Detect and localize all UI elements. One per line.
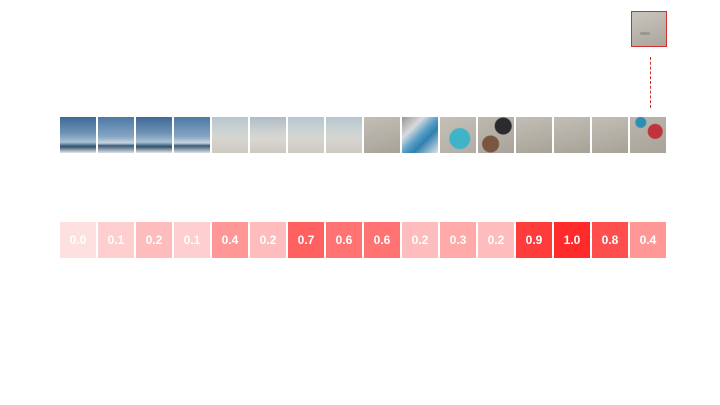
frame-thumbnail-6 beach-frame[interactable] [288, 117, 324, 153]
frame-thumbnail-12 sand-frame[interactable] [516, 117, 552, 153]
score-cell-4: 0.4 [212, 222, 248, 258]
score-cell-6: 0.7 [288, 222, 324, 258]
score-cell-12: 0.9 [516, 222, 552, 258]
frame-thumbnail-3 ocean-frame[interactable] [174, 117, 210, 153]
frame-score-diagram: 0.0 0.1 0.2 0.1 0.4 0.2 0.7 0.6 0.6 0.2 0.3 0.2 0.9 1… [0, 0, 720, 405]
frame-thumbnail-10 surfboard-frame[interactable] [440, 117, 476, 153]
frame-thumbnail-7 beach-frame[interactable] [326, 117, 362, 153]
preview-connector-line [650, 57, 651, 108]
frame-thumbnail-15 sand-objects-frame[interactable] [630, 117, 666, 153]
frame-thumbnail-0 ocean-frame[interactable] [60, 117, 96, 153]
frame-thumbnail-11 bag-frame[interactable] [478, 117, 514, 153]
score-cell-0: 0.0 [60, 222, 96, 258]
frame-thumbnail-4 beach-frame[interactable] [212, 117, 248, 153]
score-cell-7: 0.6 [326, 222, 362, 258]
score-cell-10: 0.3 [440, 222, 476, 258]
score-cell-1: 0.1 [98, 222, 134, 258]
frame-thumbnail-5 beach-people-frame[interactable] [250, 117, 286, 153]
score-cell-2: 0.2 [136, 222, 172, 258]
frame-thumbnail-8 sand-frame[interactable] [364, 117, 400, 153]
frame-thumbnail-13 sand-frame[interactable] [554, 117, 590, 153]
score-cell-9: 0.2 [402, 222, 438, 258]
score-cell-11: 0.2 [478, 222, 514, 258]
score-cell-3: 0.1 [174, 222, 210, 258]
score-cell-8: 0.6 [364, 222, 400, 258]
score-cell-15: 0.4 [630, 222, 666, 258]
frame-thumbnail-14 sand-frame[interactable] [592, 117, 628, 153]
score-cell-13: 1.0 [554, 222, 590, 258]
frame-thumbnail-9 towel-frame[interactable] [402, 117, 438, 153]
score-cell-5: 0.2 [250, 222, 286, 258]
score-cell-14: 0.8 [592, 222, 628, 258]
selected-frame-preview[interactable] [631, 11, 667, 47]
frame-thumbnail-2 ocean-frame[interactable] [136, 117, 172, 153]
frame-thumbnail-1 ocean-frame[interactable] [98, 117, 134, 153]
